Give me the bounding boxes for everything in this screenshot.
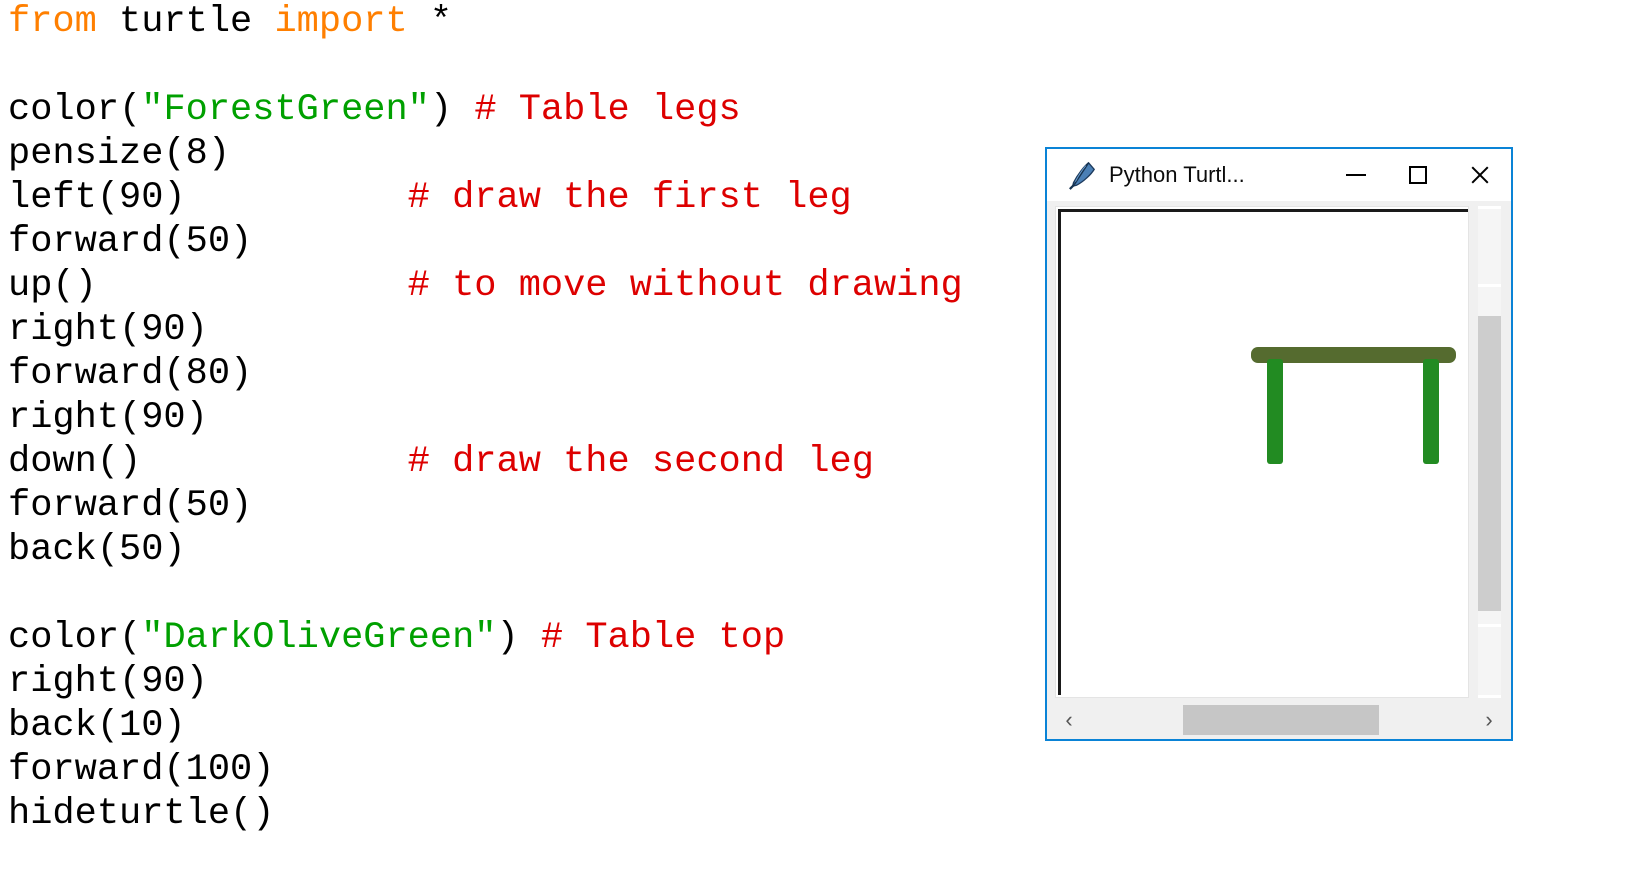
code-token-plain: back(10): [8, 705, 186, 747]
maximize-button[interactable]: [1387, 149, 1449, 201]
code-token-cmt: # draw the second leg: [407, 441, 874, 483]
vertical-scrollbar-gap-top: [1478, 206, 1501, 209]
vertical-scrollbar-gap-upper: [1478, 284, 1501, 287]
python-feather-icon: [1069, 161, 1095, 190]
table-leg-left-shape: [1267, 359, 1283, 464]
code-token-plain: right(90): [8, 309, 208, 351]
horizontal-scrollbar[interactable]: ‹ ›: [1051, 703, 1507, 737]
code-line: right(90): [8, 660, 1048, 704]
close-button[interactable]: [1449, 149, 1511, 201]
code-token-plain: forward(100): [8, 749, 275, 791]
code-token-plain: right(90): [8, 661, 208, 703]
code-token-kw: from: [8, 1, 97, 43]
python-turtle-graphics-window[interactable]: Python Turtl... ‹ ›: [1045, 147, 1513, 741]
code-token-plain: pensize(8): [8, 133, 231, 175]
code-token-plain: *: [407, 1, 453, 43]
code-line: up() # to move without drawing: [8, 264, 1048, 308]
code-token-cmt: # Table legs: [474, 89, 741, 131]
code-line: forward(50): [8, 484, 1048, 528]
vertical-scrollbar-thumb[interactable]: [1478, 316, 1501, 611]
horizontal-scrollbar-track[interactable]: [1087, 703, 1471, 737]
code-line: from turtle import *: [8, 0, 1048, 44]
code-token-plain: color(: [8, 89, 142, 131]
minimize-button[interactable]: [1325, 149, 1387, 201]
turtle-canvas[interactable]: [1058, 209, 1468, 695]
code-line: pensize(8): [8, 132, 1048, 176]
vertical-scrollbar-gap-bottom: [1478, 695, 1501, 698]
scroll-right-arrow-icon[interactable]: ›: [1471, 703, 1507, 737]
code-token-plain: ): [496, 617, 541, 659]
vertical-scrollbar-gap-lower: [1478, 624, 1501, 627]
code-token-str: "DarkOliveGreen": [141, 617, 497, 659]
scroll-left-arrow-icon[interactable]: ‹: [1051, 703, 1087, 737]
code-token-cmt: # Table top: [540, 617, 786, 659]
code-token-cmt: # draw the first leg: [407, 177, 852, 219]
code-line: forward(80): [8, 352, 1048, 396]
code-line: back(50): [8, 528, 1048, 572]
code-line: down() # draw the second leg: [8, 440, 1048, 484]
horizontal-scrollbar-thumb[interactable]: [1183, 705, 1379, 735]
window-body: ‹ ›: [1047, 201, 1511, 739]
code-token-plain: down(): [8, 441, 408, 483]
code-line: back(10): [8, 704, 1048, 748]
code-token-plain: up(): [8, 265, 408, 307]
maximize-icon: [1409, 166, 1427, 184]
code-token-plain: forward(50): [8, 485, 253, 527]
code-line: left(90) # draw the first leg: [8, 176, 1048, 220]
code-token-plain: right(90): [8, 397, 208, 439]
table-leg-right-shape: [1423, 359, 1439, 464]
code-token-plain: forward(80): [8, 353, 253, 395]
code-line: color("ForestGreen") # Table legs: [8, 88, 1048, 132]
code-token-plain: forward(50): [8, 221, 253, 263]
vertical-scrollbar[interactable]: [1474, 206, 1505, 698]
code-token-kw: import: [274, 1, 408, 43]
code-line: hideturtle(): [8, 792, 1048, 836]
code-token-plain: ): [429, 89, 475, 131]
python-code-listing: from turtle import * color("ForestGreen"…: [8, 0, 1048, 836]
close-icon: [1469, 164, 1491, 186]
code-line: right(90): [8, 308, 1048, 352]
window-control-buttons: [1325, 149, 1511, 201]
code-line: forward(50): [8, 220, 1048, 264]
code-line: right(90): [8, 396, 1048, 440]
window-titlebar[interactable]: Python Turtl...: [1047, 149, 1511, 201]
code-token-str: "ForestGreen": [141, 89, 430, 131]
code-line: forward(100): [8, 748, 1048, 792]
code-line: color("DarkOliveGreen") # Table top: [8, 616, 1048, 660]
code-token-plain: back(50): [8, 529, 186, 571]
window-title-text: Python Turtl...: [1109, 162, 1245, 187]
code-token-plain: turtle: [96, 1, 275, 43]
code-token-plain: hideturtle(): [8, 793, 275, 835]
code-token-cmt: # to move without drawing: [407, 265, 963, 307]
code-token-plain: color(: [8, 617, 142, 659]
minimize-icon: [1346, 174, 1366, 176]
turtle-canvas-frame: [1055, 206, 1469, 698]
code-token-plain: left(90): [8, 177, 408, 219]
